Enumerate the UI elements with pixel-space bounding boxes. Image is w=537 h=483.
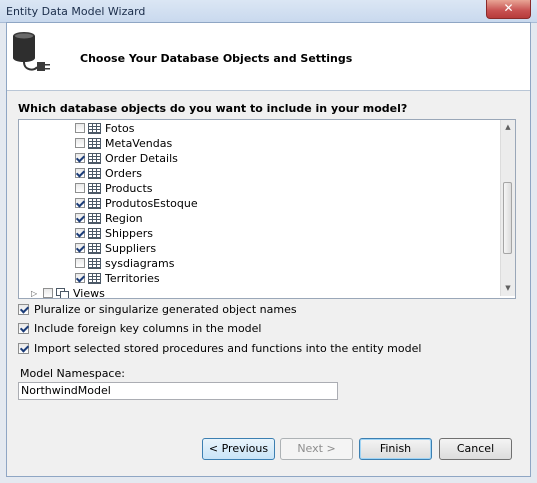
tree-item-checkbox[interactable] <box>75 273 85 283</box>
close-button[interactable]: ✕ <box>486 0 531 19</box>
finish-button[interactable]: Finish <box>359 438 432 460</box>
table-icon <box>88 213 101 224</box>
tree-item-checkbox[interactable] <box>75 153 85 163</box>
tree-item-label: Orders <box>105 167 142 180</box>
window-title: Entity Data Model Wizard <box>6 5 146 18</box>
tree-item-sysdiagrams[interactable]: sysdiagrams <box>19 256 499 271</box>
scrollbar-thumb[interactable] <box>503 182 512 254</box>
tree-item-label: ProdutosEstoque <box>105 197 198 210</box>
tree-item-fotos[interactable]: Fotos <box>19 121 499 136</box>
cancel-button[interactable]: Cancel <box>439 438 512 460</box>
tree-item-checkbox[interactable] <box>75 198 85 208</box>
tree-item-checkbox[interactable] <box>75 243 85 253</box>
table-icon <box>88 153 101 164</box>
tree-item-label: sysdiagrams <box>105 257 175 270</box>
tree-item-metavendas[interactable]: MetaVendas <box>19 136 499 151</box>
tree-item-region[interactable]: Region <box>19 211 499 226</box>
tree-item-views[interactable]: ▷ Views <box>19 286 499 299</box>
title-bar: Entity Data Model Wizard ✕ <box>0 0 537 23</box>
page-title: Choose Your Database Objects and Setting… <box>80 52 353 65</box>
tree-item-label: Products <box>105 182 153 195</box>
tree-item-label: MetaVendas <box>105 137 173 150</box>
tree-item-produtosestoque[interactable]: ProdutosEstoque <box>19 196 499 211</box>
model-namespace-input[interactable]: NorthwindModel <box>18 382 338 400</box>
scroll-down-icon[interactable]: ▼ <box>504 284 512 292</box>
table-icon <box>88 183 101 194</box>
views-icon <box>56 288 69 298</box>
tree-item-shippers[interactable]: Shippers <box>19 226 499 241</box>
database-plug-icon <box>13 32 50 71</box>
table-icon <box>88 123 101 134</box>
close-icon: ✕ <box>503 1 514 15</box>
table-icon <box>88 168 101 179</box>
tree-item-label: Order Details <box>105 152 178 165</box>
tree-item-label: Shippers <box>105 227 153 240</box>
tree-item-label: Region <box>105 212 143 225</box>
table-icon <box>88 228 101 239</box>
wizard-client-area: Choose Your Database Objects and Setting… <box>6 22 531 477</box>
table-icon <box>88 243 101 254</box>
tree-item-checkbox[interactable] <box>75 183 85 193</box>
next-button[interactable]: Next > <box>280 438 353 460</box>
scroll-up-icon[interactable]: ▲ <box>504 123 512 131</box>
pluralize-label: Pluralize or singularize generated objec… <box>34 303 297 316</box>
tree-item-order-details[interactable]: Order Details <box>19 151 499 166</box>
table-icon <box>88 138 101 149</box>
tree-scrollbar[interactable]: ▲ ▼ <box>500 120 515 296</box>
tree-item-checkbox[interactable] <box>75 213 85 223</box>
foreign-key-checkbox[interactable] <box>18 323 29 334</box>
database-objects-tree[interactable]: Fotos MetaVendas Order Details Orders Pr… <box>18 119 516 299</box>
tree-item-orders[interactable]: Orders <box>19 166 499 181</box>
tree-item-checkbox[interactable] <box>75 123 85 133</box>
tree-item-checkbox[interactable] <box>75 168 85 178</box>
tree-item-territories[interactable]: Territories <box>19 271 499 286</box>
import-procedures-checkbox[interactable] <box>18 343 29 354</box>
expand-arrow-icon[interactable]: ▷ <box>31 289 37 298</box>
tree-item-checkbox[interactable] <box>75 138 85 148</box>
tree-item-checkbox[interactable] <box>75 258 85 268</box>
model-namespace-label: Model Namespace: <box>20 367 125 380</box>
tree-item-label: Territories <box>105 272 160 285</box>
table-icon <box>88 258 101 269</box>
import-procedures-label: Import selected stored procedures and fu… <box>34 342 422 355</box>
pluralize-checkbox[interactable] <box>18 304 29 315</box>
table-icon <box>88 273 101 284</box>
previous-button[interactable]: < Previous <box>202 438 275 460</box>
table-icon <box>88 198 101 209</box>
tree-item-checkbox[interactable] <box>75 228 85 238</box>
foreign-key-label: Include foreign key columns in the model <box>34 322 262 335</box>
tree-item-products[interactable]: Products <box>19 181 499 196</box>
tree-item-suppliers[interactable]: Suppliers <box>19 241 499 256</box>
tree-item-label: Fotos <box>105 122 135 135</box>
objects-question-label: Which database objects do you want to in… <box>18 102 408 115</box>
tree-item-label: Suppliers <box>105 242 157 255</box>
wizard-header: Choose Your Database Objects and Setting… <box>7 23 530 91</box>
tree-item-checkbox[interactable] <box>43 288 53 298</box>
tree-item-label: Views <box>73 287 105 299</box>
